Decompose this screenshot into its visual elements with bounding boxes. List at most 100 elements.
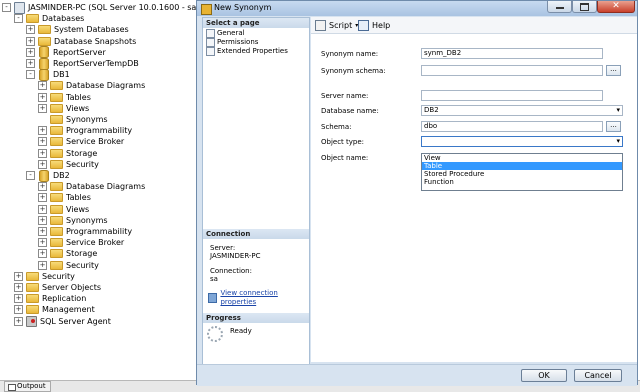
collapse-icon[interactable]: - <box>26 171 35 180</box>
folder-icon <box>26 294 39 304</box>
tree-node-label: Views <box>66 204 90 214</box>
tree-node[interactable]: + ReportServer <box>26 46 106 59</box>
tree-node[interactable]: + Tables <box>38 92 91 103</box>
tree-node[interactable]: + Database Diagrams <box>38 80 145 91</box>
folder-icon <box>50 81 63 91</box>
tree-node[interactable]: - DB1 <box>26 68 70 81</box>
tree-node[interactable]: + Server Objects <box>14 282 101 293</box>
expand-icon[interactable]: + <box>38 137 47 147</box>
expand-icon[interactable]: + <box>26 59 35 68</box>
minimize-button[interactable] <box>547 1 572 13</box>
folder-icon <box>50 92 63 102</box>
expand-icon[interactable]: + <box>26 25 35 35</box>
view-connection-properties[interactable]: View connection properties <box>208 289 309 307</box>
tree-node[interactable]: + Service Broker <box>38 237 124 248</box>
page-general[interactable]: General <box>206 29 245 38</box>
output-tab[interactable]: Outpout <box>4 381 51 392</box>
tree-node[interactable]: + Views <box>38 204 89 215</box>
tree-node[interactable]: - Databases <box>14 13 84 24</box>
expand-icon[interactable]: + <box>14 316 23 326</box>
expand-icon[interactable]: + <box>38 193 47 203</box>
tree-node[interactable]: + Synonyms <box>38 215 108 226</box>
tree-node[interactable]: + Security <box>38 260 99 271</box>
page-permissions[interactable]: Permissions <box>206 38 258 47</box>
tree-node-label: Security <box>42 271 75 281</box>
object-type-option-stored-procedure[interactable]: Stored Procedure <box>422 170 622 178</box>
tree-node[interactable]: + Service Broker <box>38 136 124 147</box>
synonym-name-input[interactable]: synm_DB2 <box>421 48 603 59</box>
close-button[interactable]: ✕ <box>597 1 635 13</box>
object-type-option-table[interactable]: Table <box>422 162 622 170</box>
expand-icon[interactable]: + <box>38 126 47 136</box>
folder-icon <box>50 260 63 270</box>
object-type-option-view[interactable]: View <box>422 154 622 162</box>
progress-status: Ready <box>230 327 252 335</box>
expand-icon[interactable]: + <box>38 238 47 248</box>
tree-node[interactable]: + Security <box>14 271 75 282</box>
expand-icon[interactable]: + <box>38 227 47 236</box>
collapse-icon[interactable]: - <box>14 14 23 24</box>
tree-node[interactable]: - JASMINDER-PC (SQL Server 10.0.1600 - sa… <box>2 1 199 14</box>
tree-node[interactable]: + Tables <box>38 192 91 203</box>
expand-icon[interactable]: + <box>38 215 47 225</box>
synonym-schema-input[interactable] <box>421 65 603 76</box>
expand-icon[interactable]: + <box>26 47 35 57</box>
tree-node[interactable]: + Security <box>38 159 99 170</box>
cancel-button[interactable]: Cancel <box>574 369 622 382</box>
tree-node[interactable]: + Storage <box>38 148 97 159</box>
tree-node[interactable]: + Storage <box>38 248 97 259</box>
tree-node-label: Service Broker <box>66 137 125 147</box>
database-icon <box>39 68 49 81</box>
tree-node[interactable]: - DB2 <box>26 169 70 182</box>
dialog-title-bar[interactable]: New Synonym ✕ <box>197 1 637 16</box>
maximize-button[interactable] <box>572 1 597 13</box>
tree-node[interactable]: + Database Diagrams <box>38 181 145 192</box>
folder-icon <box>50 238 63 248</box>
folder-icon <box>50 148 63 158</box>
server-name-input[interactable] <box>421 90 603 101</box>
tree-node[interactable]: Synonyms <box>38 114 108 125</box>
tree-node[interactable]: + ReportServerTempDB <box>26 57 139 70</box>
tree-node[interactable]: + Database Snapshots <box>26 36 136 47</box>
expand-icon[interactable]: + <box>14 271 23 281</box>
tree-node-label: ReportServerTempDB <box>53 59 139 68</box>
expand-icon[interactable]: + <box>14 305 23 315</box>
page-extended-properties[interactable]: Extended Properties <box>206 47 288 56</box>
tree-node[interactable]: + Management <box>14 304 95 315</box>
expand-icon[interactable]: + <box>38 182 47 192</box>
tree-node[interactable]: + SQL Server Agent <box>14 315 111 327</box>
expand-icon[interactable]: + <box>38 260 47 270</box>
expand-icon[interactable]: + <box>26 36 35 46</box>
tree-node-label: Server Objects <box>42 283 101 292</box>
expand-icon[interactable]: + <box>38 148 47 158</box>
tree-node[interactable]: + Programmability <box>38 226 132 237</box>
help-button[interactable]: Help <box>358 20 390 31</box>
expand-icon[interactable]: + <box>38 249 47 259</box>
object-type-option-function[interactable]: Function <box>422 178 622 186</box>
object-type-select[interactable] <box>421 136 623 147</box>
view-connection-properties-link[interactable]: View connection properties <box>220 289 309 307</box>
synonym-schema-browse-button[interactable]: ... <box>606 65 621 76</box>
expand-icon[interactable]: + <box>38 159 47 169</box>
collapse-icon[interactable]: - <box>26 70 35 80</box>
schema-input[interactable]: dbo <box>421 121 603 132</box>
schema-browse-button[interactable]: ... <box>606 121 621 132</box>
script-button[interactable]: Script ▾ <box>315 20 358 31</box>
tree-node[interactable]: + System Databases <box>26 24 129 35</box>
ok-button[interactable]: OK <box>521 369 567 382</box>
folder-icon <box>38 36 51 46</box>
help-icon <box>358 20 369 31</box>
tree-node[interactable]: + Views <box>38 103 89 114</box>
expand-icon[interactable]: + <box>38 103 47 113</box>
left-pane: Select a page General Permissions Extend… <box>202 17 310 366</box>
tree-node-label: Database Diagrams <box>66 81 146 91</box>
expand-icon[interactable]: + <box>38 204 47 214</box>
expand-icon[interactable]: + <box>38 92 47 102</box>
tree-node[interactable]: + Programmability <box>38 125 132 136</box>
database-name-select[interactable]: DB2 <box>421 105 623 116</box>
expand-icon[interactable]: + <box>38 81 47 91</box>
expand-icon[interactable]: + <box>14 294 23 304</box>
expand-icon[interactable]: + <box>14 283 23 292</box>
collapse-icon[interactable]: - <box>2 3 11 12</box>
tree-node[interactable]: + Replication <box>14 293 86 304</box>
